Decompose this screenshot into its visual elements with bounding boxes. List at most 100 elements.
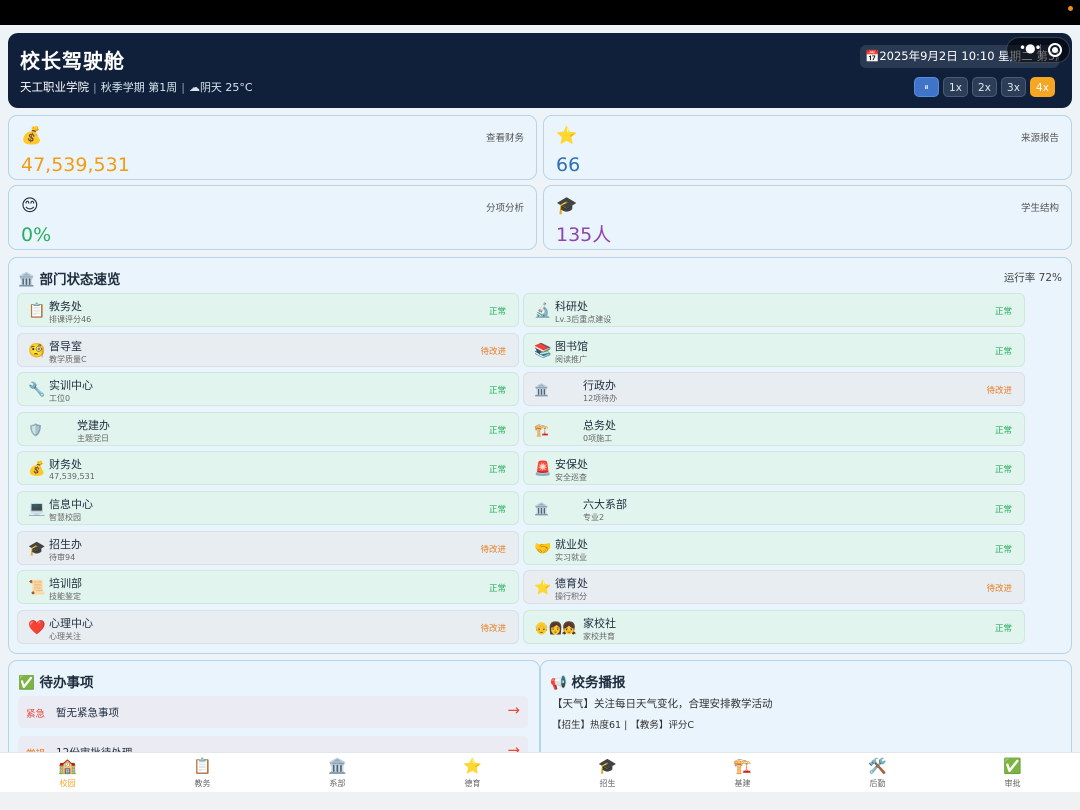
department-name: 心理中心 <box>49 616 93 630</box>
status-badge: 正常 <box>994 425 1012 436</box>
department-item[interactable]: 🏛️ 六大系部 专业2 正常 <box>523 491 1025 525</box>
stat-card-reputation[interactable]: ⭐ 66 声誉 来源报告 <box>543 115 1072 180</box>
tab-icon: 🏗️ <box>733 757 752 775</box>
department-icon: 🧐 <box>28 342 46 359</box>
speed-button-1x[interactable]: 1x <box>943 77 968 97</box>
tab-7[interactable]: ✅ 审批 <box>945 753 1080 792</box>
department-icon: 🛡️ <box>28 422 43 437</box>
tab-label: 教务 <box>194 779 211 788</box>
more-icon[interactable]: •●• <box>1019 41 1042 55</box>
department-detail: 心理关注 <box>49 631 81 641</box>
department-item[interactable]: 📜 培训部 技能鉴定 正常 <box>17 570 519 605</box>
department-item[interactable]: ⭐ 德育处 操行积分 待改进 <box>523 570 1025 605</box>
tab-1[interactable]: 📋 教务 <box>135 753 270 792</box>
department-detail: 操行积分 <box>555 592 587 602</box>
department-name: 六大系部 <box>583 498 627 511</box>
department-name: 督导室 <box>49 339 82 353</box>
department-item[interactable]: 🛡️ 党建办 主题党日 正常 <box>17 411 519 446</box>
department-detail: 安全巡查 <box>555 473 587 483</box>
department-item[interactable]: ❤️ 心理中心 心理关注 待改进 <box>17 609 519 644</box>
stat-card-satisfaction[interactable]: 😊 0% 满意度 分项分析 <box>8 185 537 250</box>
department-detail: 实习就业 <box>555 552 587 562</box>
tab-icon: 🏫 <box>58 757 77 775</box>
building-icon: 🏛️ <box>18 272 35 288</box>
department-icon: 🔧 <box>28 382 46 399</box>
department-item[interactable]: 💰 财务处 47,539,531 正常 <box>17 451 519 486</box>
department-icon: 👴👩👧 <box>534 620 577 635</box>
department-detail: 技能鉴定 <box>49 592 81 602</box>
department-detail: 排课评分46 <box>49 315 92 324</box>
department-detail: 待审94 <box>49 552 76 562</box>
check-icon: ✅ <box>18 675 35 691</box>
stat-students-icon: 🎓 <box>556 196 578 216</box>
department-detail: 阅读推广 <box>555 354 587 364</box>
stat-label: 资金 <box>21 178 39 179</box>
department-detail: 专业2 <box>583 513 605 522</box>
department-icon: ❤️ <box>28 619 46 636</box>
stat-link[interactable]: 来源报告 <box>1021 130 1059 144</box>
department-name: 总务处 <box>583 418 616 432</box>
todo-item[interactable]: 紧急 暂无紧急事项 → <box>18 696 528 728</box>
department-item[interactable]: 🎓 招生办 待审94 待改进 <box>17 530 519 565</box>
status-badge: 正常 <box>488 307 506 317</box>
department-detail: 教学质量C <box>49 354 87 364</box>
tab-5[interactable]: 🏗️ 基建 <box>675 753 810 792</box>
stat-card-funds[interactable]: 💰 47,539,531 资金 查看财务 <box>8 115 537 180</box>
department-overview-panel: 🏛️ 部门状态速览 运行率 72% 📋 教务处 排课评分46 正常 🔬 科研处 Lv.3后重… <box>8 257 1072 654</box>
department-item[interactable]: 🤝 就业处 实习就业 正常 <box>523 530 1025 565</box>
weather-label: ☁阴天 25°C <box>188 81 253 94</box>
tab-6[interactable]: 🛠️ 后勤 <box>810 753 945 792</box>
status-badge: 正常 <box>994 623 1012 634</box>
tab-icon: 🛠️ <box>868 757 887 775</box>
department-item[interactable]: 💻 信息中心 智慧校园 正常 <box>17 491 519 525</box>
department-item[interactable]: 📚 图书馆 阅读推广 正常 <box>523 332 1025 367</box>
tab-icon: ✅ <box>1003 757 1022 775</box>
tab-icon: ⭐ <box>463 757 482 775</box>
close-record-icon[interactable] <box>1048 43 1062 57</box>
department-icon: 🏛️ <box>534 502 549 516</box>
status-bar <box>0 0 1080 25</box>
stat-link[interactable]: 查看财务 <box>486 130 524 144</box>
department-name: 财务处 <box>49 458 82 472</box>
department-icon: 💰 <box>28 461 46 478</box>
page-title: 校长驾驶舱 <box>20 49 125 73</box>
department-detail: 智慧校园 <box>49 513 81 522</box>
department-detail: Lv.3后重点建设 <box>555 315 612 324</box>
speed-button-3x[interactable]: 3x <box>1001 77 1026 97</box>
tab-label: 校园 <box>59 779 76 788</box>
stat-link[interactable]: 分项分析 <box>486 200 524 214</box>
status-badge: 正常 <box>994 465 1012 476</box>
status-badge: 待改进 <box>986 584 1012 595</box>
stat-card-students[interactable]: 🎓 135人在校学生 学生结构 <box>543 185 1072 250</box>
department-item[interactable]: 🔬 科研处 Lv.3后重点建设 正常 <box>523 293 1025 327</box>
department-item[interactable]: 🏛️ 行政办 12项待办 待改进 <box>523 372 1025 407</box>
home-indicator-area <box>0 792 1080 810</box>
stat-reputation-icon: ⭐ <box>556 126 578 146</box>
mini-app-capsule[interactable]: •●• <box>1006 37 1070 63</box>
arrow-right-icon[interactable]: → <box>507 701 520 719</box>
department-item[interactable]: 🔧 实训中心 工位0 正常 <box>17 372 519 407</box>
pause-button[interactable]: ⏸ <box>914 77 939 97</box>
department-name: 家校社 <box>583 616 616 630</box>
department-detail: 47,539,531 <box>49 472 95 482</box>
department-icon: 📋 <box>28 303 46 319</box>
status-badge: 正常 <box>994 307 1012 317</box>
tab-2[interactable]: 🏛️ 系部 <box>270 753 405 792</box>
department-item[interactable]: 🚨 安保处 安全巡查 正常 <box>523 451 1025 486</box>
speed-button-2x[interactable]: 2x <box>972 77 997 97</box>
department-icon: 📚 <box>534 342 552 359</box>
department-item[interactable]: 🏗️ 总务处 0项施工 正常 <box>523 411 1025 446</box>
department-item[interactable]: 📋 教务处 排课评分46 正常 <box>17 293 519 327</box>
status-badge: 待改进 <box>480 623 506 634</box>
stat-value: 66 <box>556 154 581 176</box>
tab-4[interactable]: 🎓 招生 <box>540 753 675 792</box>
tab-3[interactable]: ⭐ 德育 <box>405 753 540 792</box>
status-badge: 正常 <box>994 346 1012 357</box>
department-icon: 🏗️ <box>534 422 549 437</box>
department-item[interactable]: 👴👩👧 家校社 家校共育 正常 <box>523 609 1025 644</box>
tab-0[interactable]: 🏫 校园 <box>0 753 135 792</box>
department-item[interactable]: 🧐 督导室 教学质量C 待改进 <box>17 332 519 367</box>
speed-button-4x[interactable]: 4x <box>1030 77 1055 97</box>
stat-link[interactable]: 学生结构 <box>1021 200 1059 214</box>
stat-satisfaction-icon: 😊 <box>21 196 39 216</box>
